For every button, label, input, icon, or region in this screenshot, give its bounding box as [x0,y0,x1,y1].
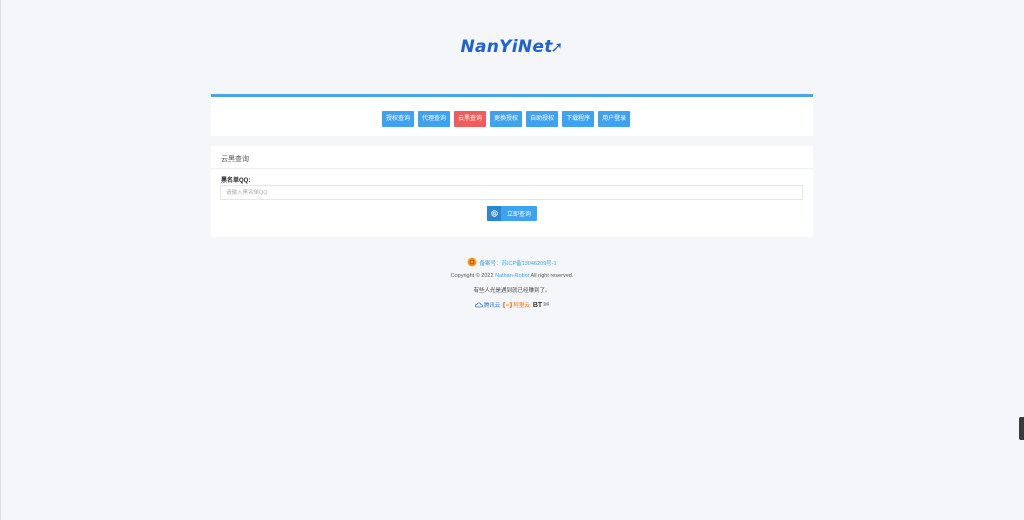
logo-arrow-icon: ➚ [550,38,564,56]
side-drawer-handle[interactable] [1019,417,1024,440]
card-divider [211,168,813,169]
nav-button-auth-query[interactable]: 授权查询 [382,111,415,127]
aliyun-icon [503,302,513,308]
blacklist-query-card: 云黑查询 黑名单QQ: 立即查询 [211,146,813,237]
copyright-author-link[interactable]: Nathan-Robot [495,273,529,279]
nav-button-group: 授权查询 代理查询 云黑查询 更换授权 自助授权 下载程序 用户登录 [382,111,631,127]
bt-panel-logo[interactable]: BT 宝塔 [533,302,549,309]
icp-text: 备案号：苏ICP备13046209号-1 [479,261,557,267]
tencent-cloud-logo[interactable]: 腾讯云 [474,301,501,309]
icp-badge-icon [467,257,477,269]
logo-text: NanYiNet [460,37,553,57]
nav-card: 授权查询 代理查询 云黑查询 更换授权 自助授权 下载程序 用户登录 [211,94,813,136]
nav-button-self-auth[interactable]: 自助授权 [526,111,559,127]
cloud-icon [474,302,483,308]
site-logo[interactable]: NanYiNet➚ [0,37,1024,57]
qq-field-label: 黑名单QQ: [221,178,251,184]
tencent-label: 腾讯云 [483,303,501,309]
search-circle-icon [487,206,501,221]
nav-button-agent-query[interactable]: 代理查询 [418,111,451,127]
nav-button-download[interactable]: 下载程序 [562,111,595,127]
copyright-suffix: All right reserved. [530,273,574,279]
copyright-prefix: Copyright © 2022 [450,273,494,279]
aliyun-logo[interactable]: 阿里云 [503,301,530,309]
nav-button-user-login[interactable]: 用户登录 [598,111,631,127]
nav-button-blacklist-query[interactable]: 云黑查询 [454,111,487,127]
copyright: Copyright © 2022 Nathan-Robot All right … [0,273,1024,279]
partner-logos: 腾讯云 阿里云 BT 宝塔 [0,301,1024,309]
bt-label: BT [532,301,543,309]
blacklist-qq-input[interactable] [220,185,803,200]
icp-record[interactable]: 备案号：苏ICP备13046209号-1 [0,257,1024,269]
aliyun-label: 阿里云 [513,303,530,309]
query-submit-button[interactable]: 立即查询 [487,206,537,221]
query-submit-label: 立即查询 [506,212,531,218]
footer-slogan: 有些人光是遇到就已经赚到了。 [473,288,551,294]
nav-button-change-auth[interactable]: 更换授权 [490,111,523,127]
bt-sub-label: 宝塔 [543,301,550,306]
card-title: 云黑查询 [221,156,249,163]
